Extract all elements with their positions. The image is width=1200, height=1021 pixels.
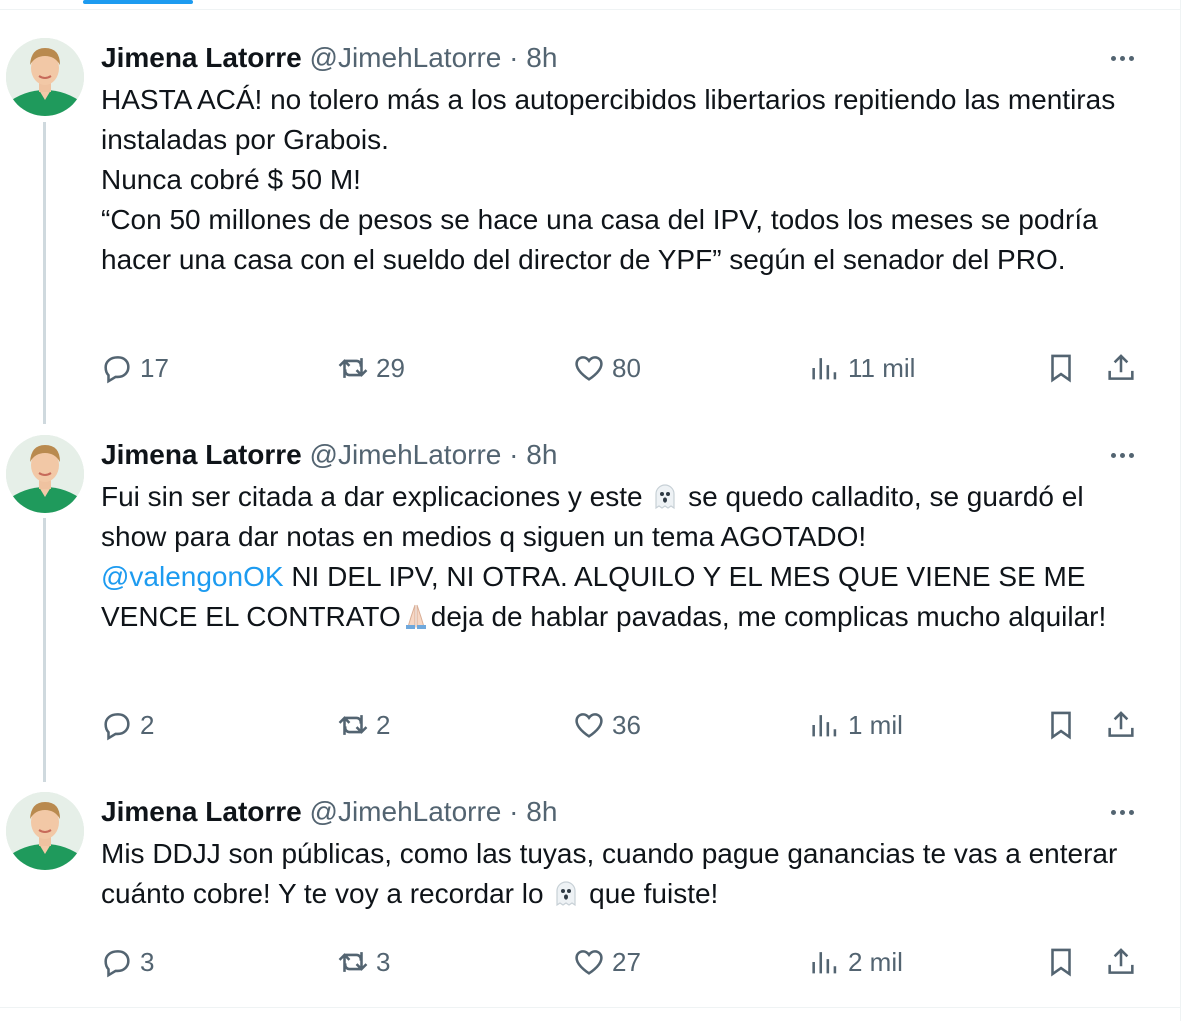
- tweet-header: Jimena Latorre @JimehLatorre · 8h: [101, 40, 557, 76]
- repost-button[interactable]: 3: [336, 942, 390, 982]
- ghost-emoji: [556, 881, 576, 907]
- timestamp[interactable]: 8h: [526, 439, 557, 470]
- separator: ·: [509, 439, 519, 470]
- tweet-actions: 3 3 27 2 mil: [100, 942, 1150, 982]
- heart-icon: [575, 713, 603, 738]
- views-chart-icon: [812, 715, 837, 737]
- views-chart-icon: [812, 952, 837, 974]
- repost-count: 3: [376, 946, 391, 977]
- repost-count: 2: [376, 709, 391, 740]
- ghost-emoji: [655, 484, 675, 510]
- share-button[interactable]: [1104, 705, 1138, 745]
- timeline: Jimena Latorre @JimehLatorre · 8h HASTA …: [0, 0, 1181, 1021]
- views-button[interactable]: 11 mil: [808, 348, 915, 388]
- heart-icon: [575, 950, 603, 975]
- repost-icon: [338, 358, 368, 378]
- tweet-text: HASTA ACÁ! no tolero más a los autoperci…: [101, 80, 1141, 280]
- reply-count: 2: [140, 709, 155, 740]
- views-button[interactable]: 2 mil: [808, 942, 903, 982]
- author-name[interactable]: Jimena Latorre: [101, 439, 302, 470]
- avatar[interactable]: [6, 792, 84, 870]
- tweet-text: Fui sin ser citada a dar explicaciones y…: [101, 477, 1121, 637]
- tweet-line: Nunca cobré $ 50 M!: [101, 164, 361, 195]
- tweet-line: “Con 50 millones de pesos se hace una ca…: [101, 204, 1098, 275]
- share-button[interactable]: [1104, 348, 1138, 388]
- heart-icon: [575, 356, 603, 381]
- like-button[interactable]: 27: [572, 942, 641, 982]
- timestamp[interactable]: 8h: [526, 42, 557, 73]
- separator: ·: [509, 796, 519, 827]
- mention-link[interactable]: @valengonOK: [101, 561, 284, 592]
- like-count: 36: [612, 709, 641, 740]
- tweet-line: HASTA ACÁ! no tolero más a los autoperci…: [101, 84, 1116, 155]
- reply-count: 17: [140, 352, 169, 383]
- repost-count: 29: [376, 352, 405, 383]
- share-icon: [1108, 711, 1134, 737]
- share-button[interactable]: [1104, 942, 1138, 982]
- bookmark-button[interactable]: [1044, 942, 1078, 982]
- author-name[interactable]: Jimena Latorre: [101, 42, 302, 73]
- bookmark-icon: [1051, 354, 1071, 383]
- author-handle[interactable]: @JimehLatorre: [310, 439, 502, 470]
- reply-button[interactable]: 3: [100, 942, 154, 982]
- more-options-icon[interactable]: [1104, 46, 1140, 70]
- tweet-text-part: deja de hablar pavadas, me complicas muc…: [430, 601, 1107, 632]
- tweet-1[interactable]: Jimena Latorre @JimehLatorre · 8h HASTA …: [0, 38, 1180, 398]
- avatar[interactable]: [6, 38, 84, 116]
- like-count: 27: [612, 946, 641, 977]
- tweet-actions: 2 2 36 1 mil: [100, 705, 1150, 745]
- like-count: 80: [612, 352, 641, 383]
- tab-indicator: [83, 0, 193, 4]
- divider: [0, 9, 1180, 10]
- author-handle[interactable]: @JimehLatorre: [310, 796, 502, 827]
- avatar[interactable]: [6, 435, 84, 513]
- bookmark-button[interactable]: [1044, 705, 1078, 745]
- author-name[interactable]: Jimena Latorre: [101, 796, 302, 827]
- tweet-text-part: Fui sin ser citada a dar explicaciones y…: [101, 481, 643, 512]
- more-options-icon[interactable]: [1104, 800, 1140, 824]
- like-button[interactable]: 80: [572, 348, 641, 388]
- tweet-actions: 17 29 80 11 mil: [100, 348, 1150, 388]
- tweet-2[interactable]: Jimena Latorre @JimehLatorre · 8h Fui si…: [0, 435, 1180, 755]
- bookmark-icon: [1051, 948, 1071, 977]
- reply-icon: [104, 950, 130, 978]
- reply-icon: [104, 356, 130, 384]
- views-chart-icon: [812, 358, 837, 380]
- repost-button[interactable]: 2: [336, 705, 390, 745]
- timestamp[interactable]: 8h: [526, 796, 557, 827]
- bookmark-icon: [1051, 711, 1071, 740]
- repost-icon: [338, 715, 368, 735]
- share-icon: [1108, 948, 1134, 974]
- views-count: 11 mil: [848, 352, 916, 383]
- reply-icon: [104, 713, 130, 741]
- views-button[interactable]: 1 mil: [808, 705, 903, 745]
- repost-button[interactable]: 29: [336, 348, 405, 388]
- tweet-text: Mis DDJJ son públicas, como las tuyas, c…: [101, 834, 1121, 914]
- tweet-header: Jimena Latorre @JimehLatorre · 8h: [101, 794, 557, 830]
- views-count: 2 mil: [848, 946, 903, 977]
- repost-icon: [338, 952, 368, 972]
- more-options-icon[interactable]: [1104, 443, 1140, 467]
- reply-button[interactable]: 2: [100, 705, 154, 745]
- views-count: 1 mil: [848, 709, 903, 740]
- folded-hands-emoji: [405, 604, 426, 629]
- separator: ·: [509, 42, 519, 73]
- bookmark-button[interactable]: [1044, 348, 1078, 388]
- reply-count: 3: [140, 946, 155, 977]
- tweet-3[interactable]: Jimena Latorre @JimehLatorre · 8h Mis DD…: [0, 792, 1180, 992]
- reply-button[interactable]: 17: [100, 348, 169, 388]
- tweet-header: Jimena Latorre @JimehLatorre · 8h: [101, 437, 557, 473]
- like-button[interactable]: 36: [572, 705, 641, 745]
- share-icon: [1108, 354, 1134, 380]
- author-handle[interactable]: @JimehLatorre: [310, 42, 502, 73]
- divider: [0, 1007, 1180, 1008]
- tweet-text-part: que fuiste!: [589, 878, 719, 909]
